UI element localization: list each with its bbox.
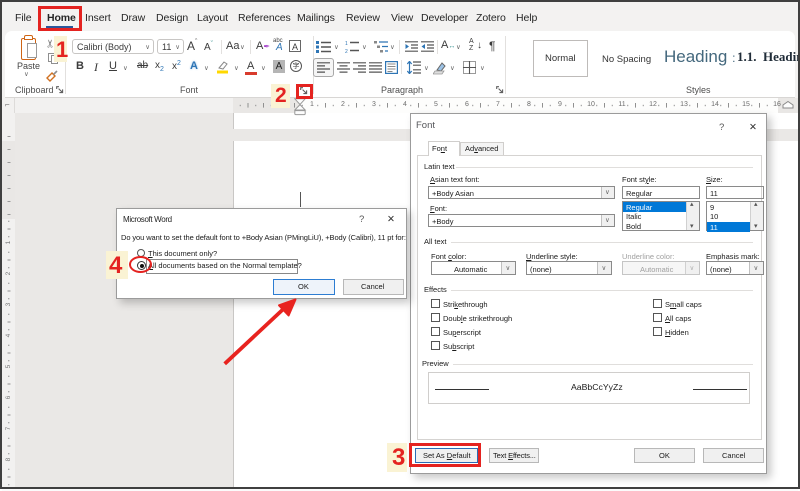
svg-text:2: 2: [345, 49, 348, 53]
svg-text:1: 1: [345, 41, 348, 47]
